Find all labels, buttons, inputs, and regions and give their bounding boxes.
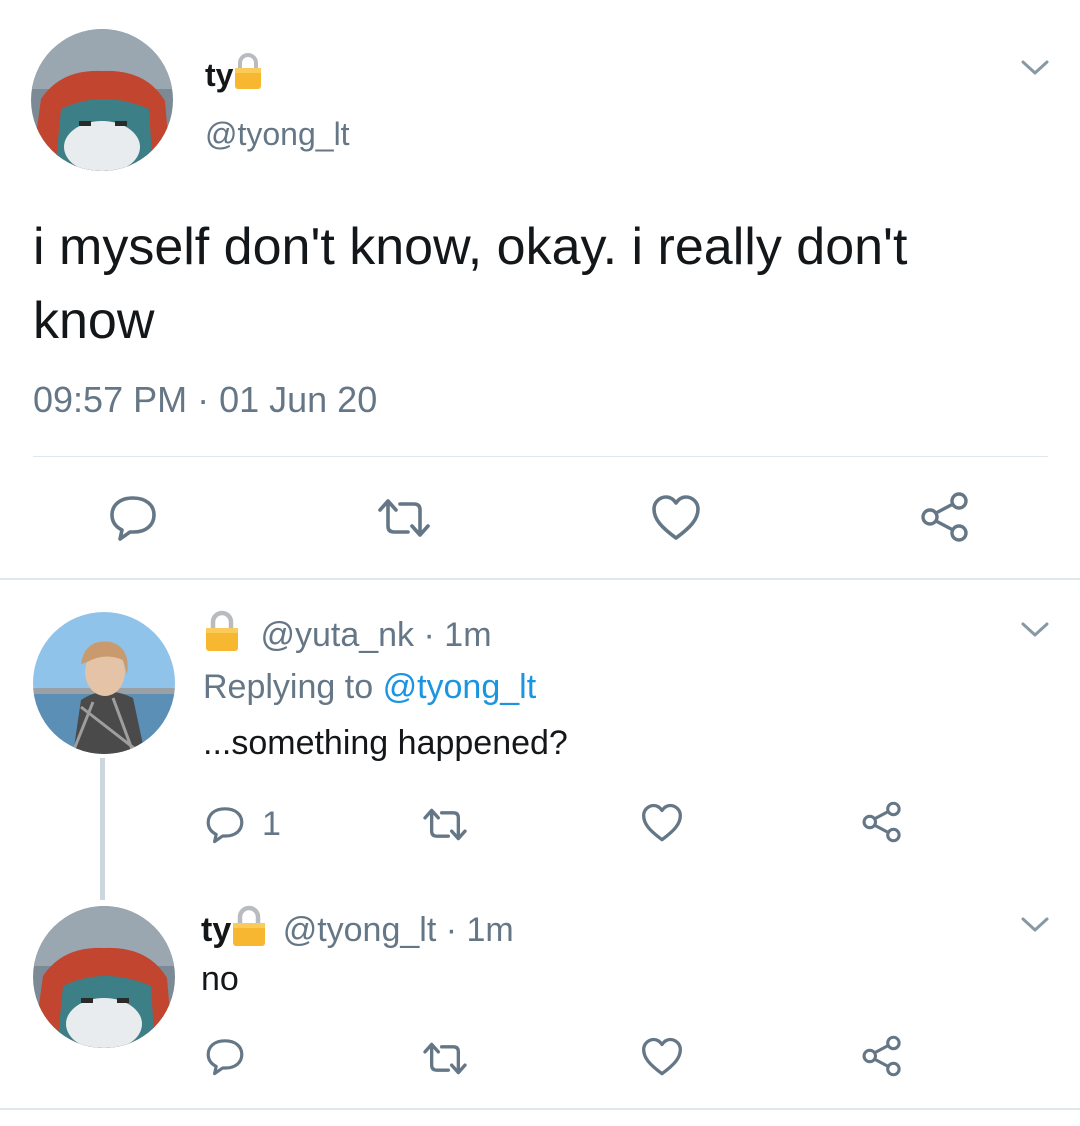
bottom-divider [0,1108,1080,1110]
handle[interactable]: @tyong_lt [205,114,350,154]
heart-icon[interactable] [641,803,683,843]
reply-count: 1 [262,805,281,843]
reply-icon[interactable] [205,1036,245,1076]
replying-label: Replying to [203,668,374,706]
reply-age: · 1m [423,616,492,654]
avatar-yuta[interactable] [33,612,175,754]
heart-icon[interactable] [651,494,701,542]
retweet-icon[interactable] [420,1040,470,1077]
heart-icon[interactable] [641,1037,683,1077]
share-icon[interactable] [860,1034,904,1078]
lock-icon [233,52,263,99]
retweet-icon[interactable] [420,806,470,843]
chevron-down-icon[interactable] [1020,915,1050,935]
display-name[interactable]: ty [201,911,231,949]
timestamp: 09:57 PM · 01 Jun 20 [33,379,378,420]
reply-icon[interactable] [108,492,158,542]
chevron-down-icon[interactable] [1020,620,1050,640]
section-divider [0,578,1080,580]
divider [33,456,1048,457]
reply-text: no [201,960,239,998]
share-icon[interactable] [918,490,972,544]
reply-handle[interactable]: @yuta_nk [260,616,414,654]
display-name[interactable]: ty [205,57,233,93]
share-icon[interactable] [860,800,904,844]
reply-text: ...something happened? [203,724,568,762]
replying-to-link[interactable]: @tyong_lt [383,668,537,706]
reply-icon[interactable] [205,804,245,844]
retweet-icon[interactable] [374,496,434,540]
lock-icon [203,610,241,661]
reply-handle[interactable]: @tyong_lt [283,911,437,949]
chevron-down-icon[interactable] [1020,58,1050,78]
avatar-tyong[interactable] [31,29,173,171]
thread-line [100,758,105,900]
tweet-text: i myself don't know, okay. i really don'… [33,218,908,350]
lock-icon [231,905,267,956]
reply-age: · 1m [445,911,514,949]
avatar-tyong[interactable] [33,906,175,1048]
